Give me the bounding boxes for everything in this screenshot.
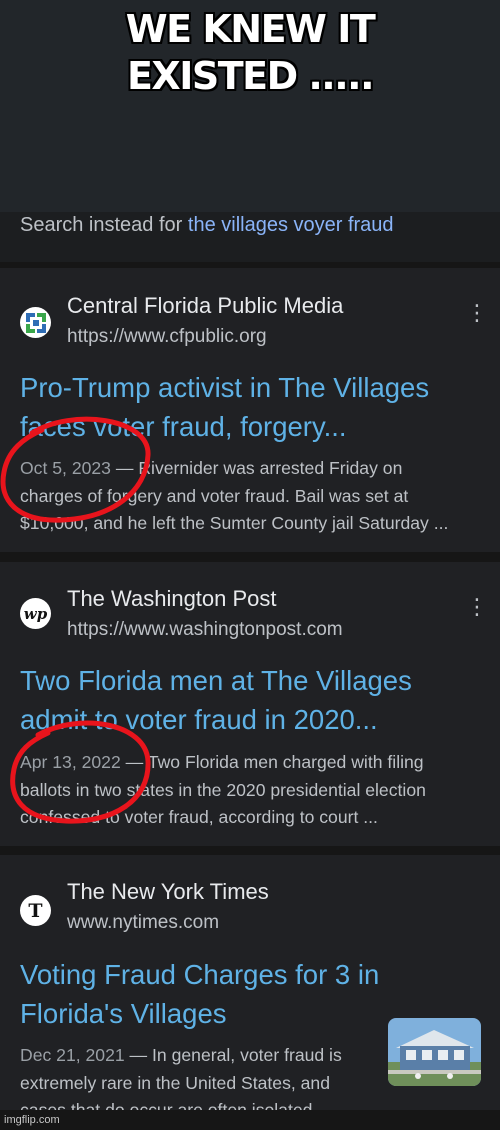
result-source-name[interactable]: The Washington Post [67,586,277,612]
nyt-logo-mark: T [28,899,43,922]
imgflip-watermark: imgflip.com [4,1114,60,1126]
result-thumbnail[interactable] [388,1018,481,1086]
nyt-logo-icon: T [20,895,51,926]
more-vert-icon[interactable]: ⋮ [466,302,488,324]
result-snippet: Dec 21, 2021 — In general, voter fraud i… [20,1042,365,1110]
search-instead-text: Search instead for the villages voyer fr… [20,214,394,237]
result-url[interactable]: https://www.cfpublic.org [67,326,267,348]
meme-caption: WE KNEW IT EXISTED ..... [125,7,376,98]
result-url[interactable]: https://www.washingtonpost.com [67,619,343,641]
result-url[interactable]: www.nytimes.com [67,912,219,934]
more-vert-icon[interactable]: ⋮ [466,596,488,618]
red-annotation-circle [10,720,151,824]
search-instead-strip: Search instead for the villages voyer fr… [0,212,500,262]
search-instead-prefix: Search instead for [20,214,183,236]
result-source-name[interactable]: Central Florida Public Media [67,293,343,319]
wp-logo-icon: wp [20,598,51,629]
red-annotation-circle [0,416,151,523]
search-result-card: T The New York Times www.nytimes.com Vot… [0,855,500,1110]
meme-caption-bar: WE KNEW IT EXISTED ..... [0,0,500,212]
result-date: Dec 21, 2021 [20,1045,125,1065]
search-instead-link[interactable]: the villages voyer fraud [188,214,394,236]
result-source-name[interactable]: The New York Times [67,879,269,905]
cfpublic-logo-icon [20,307,51,338]
wp-logo-mark: wp [23,604,48,623]
